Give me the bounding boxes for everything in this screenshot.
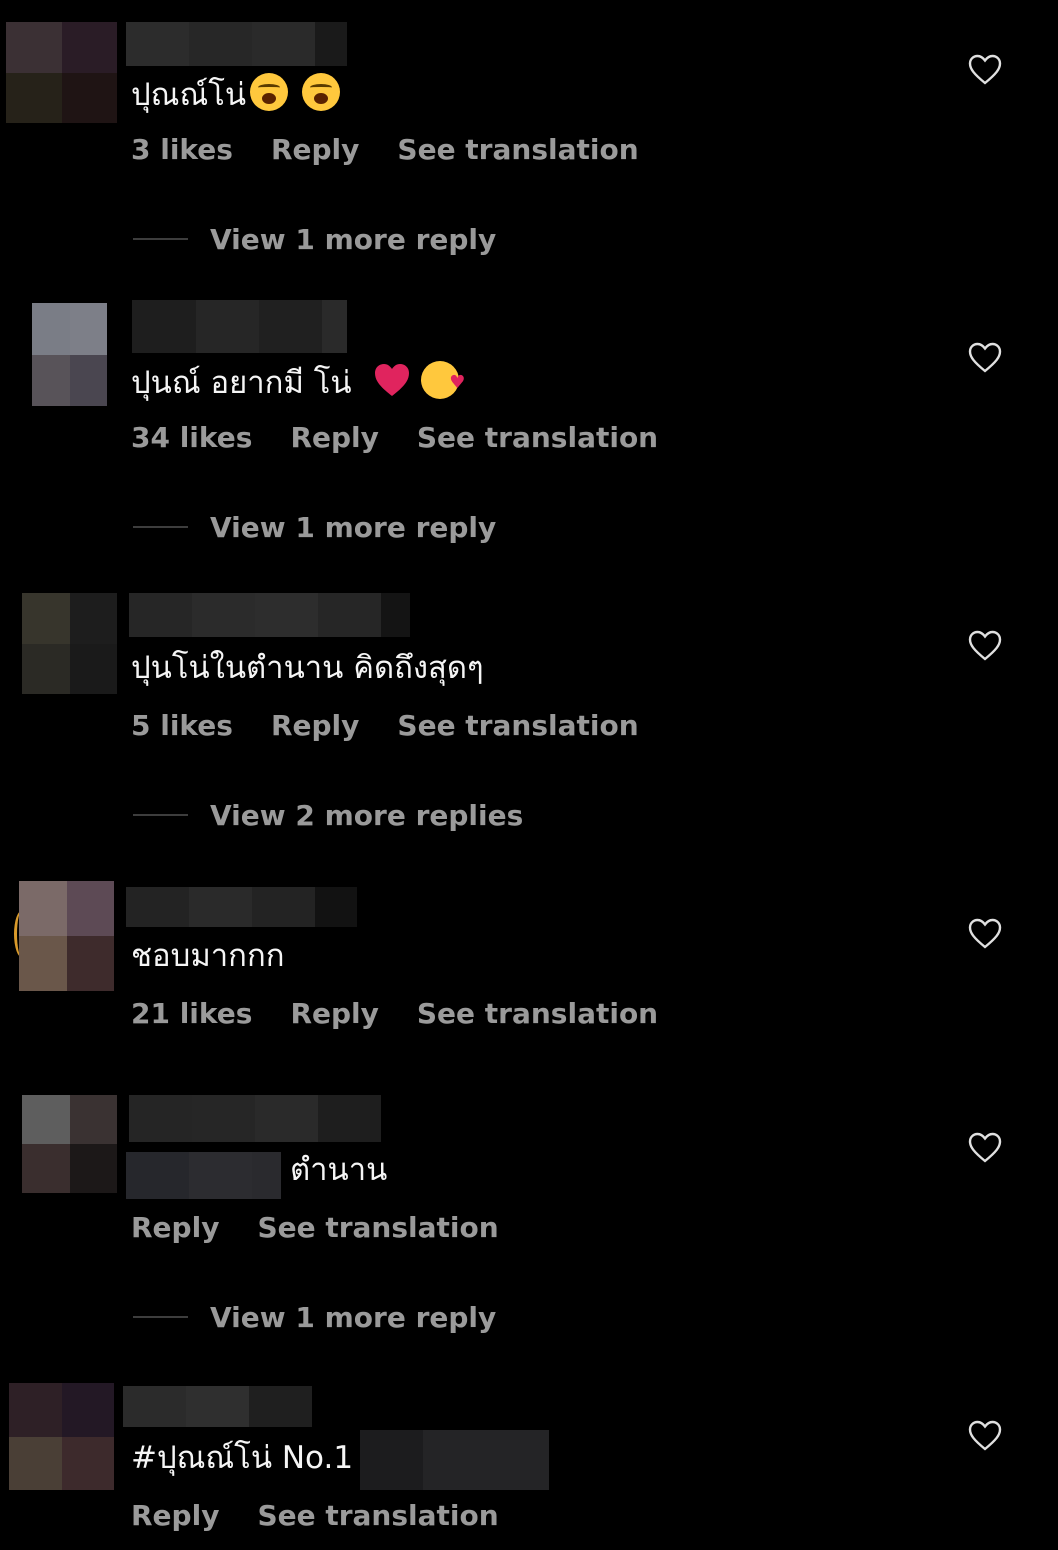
comment-text: ชอบมากกก (131, 938, 285, 974)
comment-text: #ปุณณ์โน่ No.1 (131, 1440, 354, 1476)
view-more-label: View 1 more reply (210, 222, 497, 256)
see-translation-button[interactable]: See translation (257, 1211, 498, 1245)
view-more-replies[interactable]: View 1 more reply (133, 510, 496, 544)
divider-line (133, 238, 188, 240)
avatar[interactable] (6, 22, 117, 123)
loudly-crying-face-icon (250, 73, 289, 111)
username[interactable] (126, 887, 357, 927)
comment-actions: 3 likes Reply See translation (131, 133, 677, 167)
avatar[interactable] (22, 593, 117, 694)
mention-tag[interactable] (126, 1152, 281, 1199)
reply-button[interactable]: Reply (271, 709, 359, 743)
avatar[interactable] (19, 881, 114, 991)
divider-line (133, 526, 188, 528)
reply-button[interactable]: Reply (290, 421, 378, 455)
see-translation-button[interactable]: See translation (397, 709, 638, 743)
heart-outline-icon[interactable] (968, 918, 1002, 950)
likes-count[interactable]: 5 likes (131, 709, 233, 743)
username[interactable] (129, 593, 410, 637)
avatar[interactable] (9, 1383, 114, 1490)
username[interactable] (132, 300, 347, 353)
smiling-face-with-hearts-icon (421, 361, 465, 403)
see-translation-button[interactable]: See translation (417, 997, 658, 1031)
view-more-label: View 1 more reply (210, 1300, 497, 1334)
likes-count[interactable]: 34 likes (131, 421, 252, 455)
comment-actions: Reply See translation (131, 1499, 537, 1533)
comment-text: ปุณณ์โน่ (131, 73, 341, 115)
username[interactable] (129, 1095, 381, 1142)
comment-actions: 5 likes Reply See translation (131, 709, 677, 743)
see-translation-button[interactable]: See translation (257, 1499, 498, 1533)
red-heart-icon (375, 364, 410, 396)
loudly-crying-face-icon (302, 73, 341, 111)
comment-text: ตำนาน (290, 1152, 388, 1188)
avatar[interactable] (32, 303, 107, 406)
heart-outline-icon[interactable] (968, 1420, 1002, 1452)
view-more-label: View 2 more replies (210, 798, 524, 832)
username[interactable] (123, 1386, 312, 1427)
comment-text: ปุนโน่ในตำนาน คิดถึงสุดๆ (131, 650, 484, 686)
reply-button[interactable]: Reply (290, 997, 378, 1031)
comment-actions: 34 likes Reply See translation (131, 421, 696, 455)
view-more-label: View 1 more reply (210, 510, 497, 544)
likes-count[interactable]: 21 likes (131, 997, 252, 1031)
likes-count[interactable]: 3 likes (131, 133, 233, 167)
divider-line (133, 1316, 188, 1318)
avatar[interactable] (22, 1095, 117, 1193)
divider-line (133, 814, 188, 816)
comment-actions: 21 likes Reply See translation (131, 997, 696, 1031)
reply-button[interactable]: Reply (271, 133, 359, 167)
view-more-replies[interactable]: View 2 more replies (133, 798, 523, 832)
reply-button[interactable]: Reply (131, 1211, 219, 1245)
see-translation-button[interactable]: See translation (397, 133, 638, 167)
see-translation-button[interactable]: See translation (417, 421, 658, 455)
heart-outline-icon[interactable] (968, 54, 1002, 86)
heart-outline-icon[interactable] (968, 630, 1002, 662)
view-more-replies[interactable]: View 1 more reply (133, 222, 496, 256)
view-more-replies[interactable]: View 1 more reply (133, 1300, 496, 1334)
username[interactable] (126, 22, 347, 66)
heart-outline-icon[interactable] (968, 342, 1002, 374)
heart-outline-icon[interactable] (968, 1132, 1002, 1164)
comment-actions: Reply See translation (131, 1211, 537, 1245)
comment-text: ปุนณ์ อยากมี โน่ (131, 361, 465, 403)
reply-button[interactable]: Reply (131, 1499, 219, 1533)
mention-tag[interactable] (360, 1430, 549, 1490)
